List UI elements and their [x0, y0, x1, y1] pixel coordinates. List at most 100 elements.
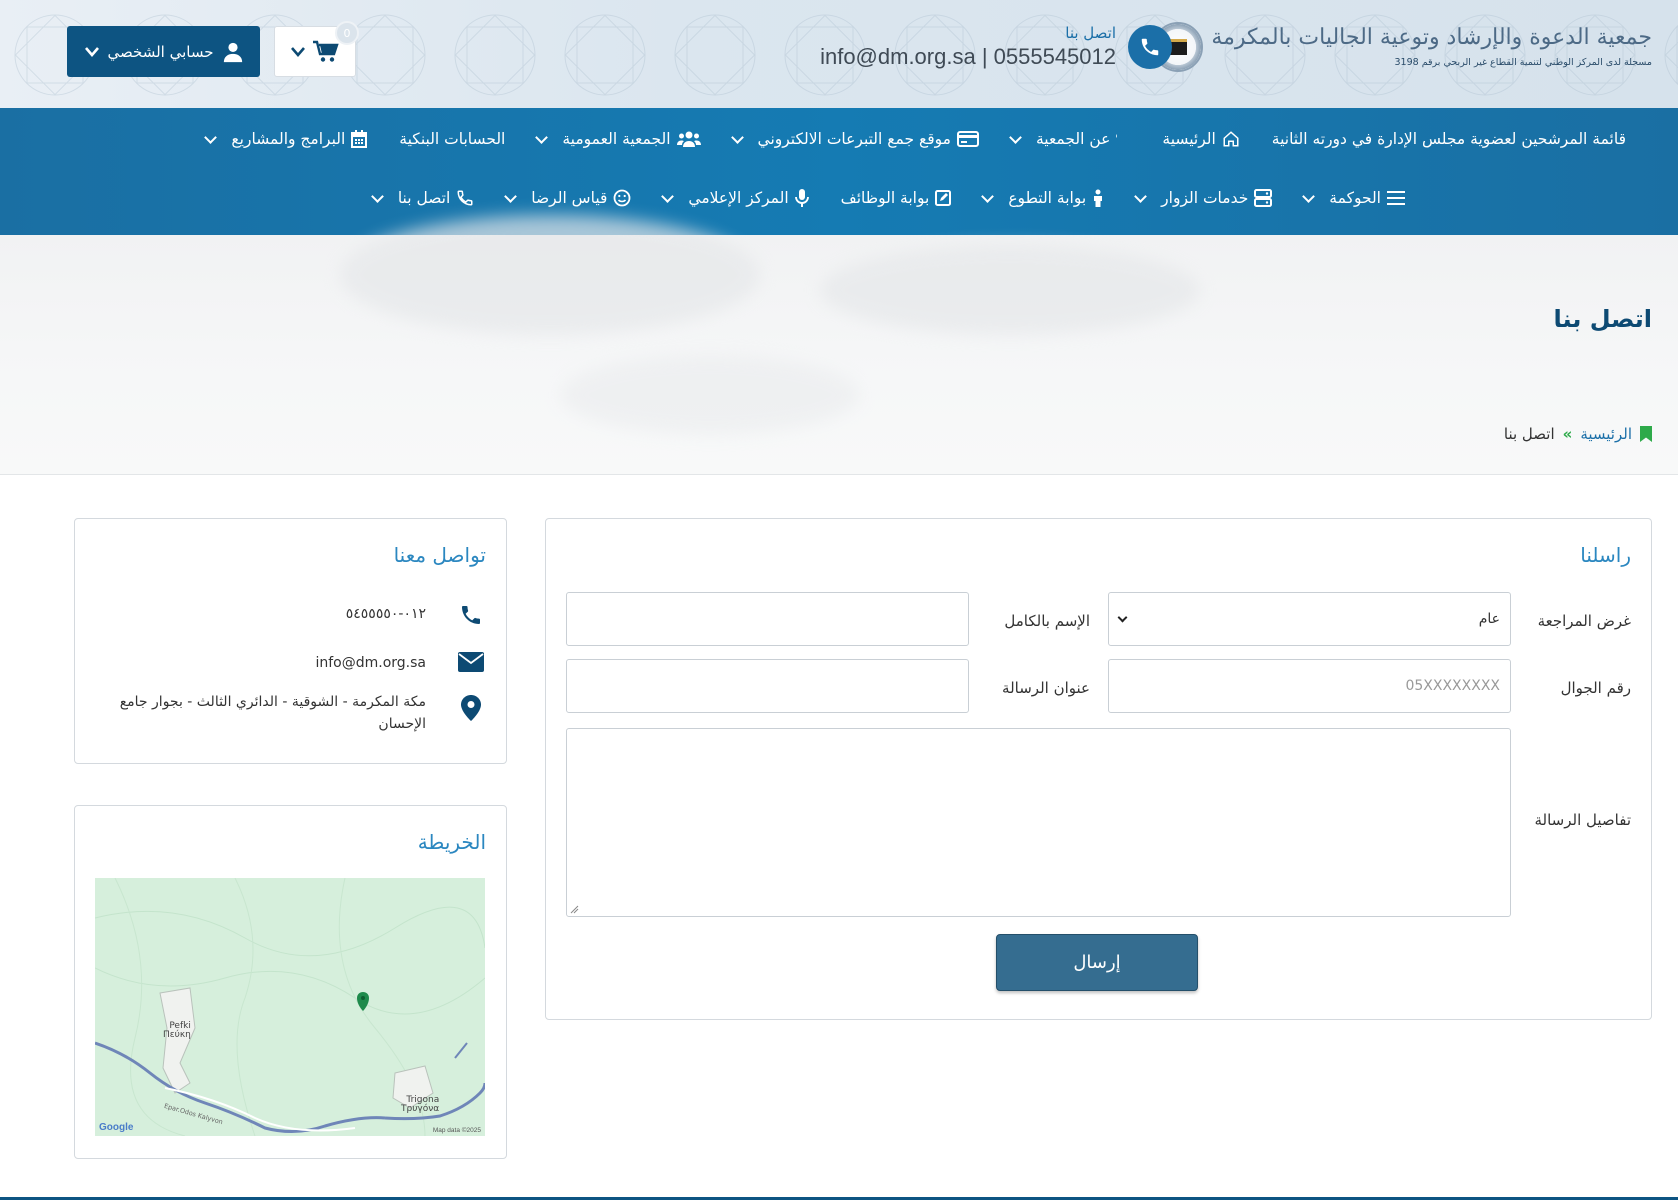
page-title: اتصل بنا	[1553, 305, 1652, 333]
nav-item-label: بوابة التطوع	[1008, 189, 1087, 207]
info-email-row: info@dm.org.sa	[315, 652, 486, 674]
logo-text: جمعية الدعوة والإرشاد وتوعية الجاليات با…	[1211, 26, 1652, 68]
banner-decoration	[340, 215, 760, 335]
calendar-icon	[351, 130, 368, 148]
form-title: راسلنا	[1580, 543, 1631, 567]
nav-item-general-assembly[interactable]: الجمعية العمومية	[535, 130, 701, 148]
microphone-icon	[794, 189, 809, 207]
main-navigation: قائمة المرشحين لعضوية مجلس الإدارة في دو…	[0, 108, 1678, 235]
map-label-trigona: Trigona Τρυγόνα	[401, 1095, 440, 1115]
cart-button[interactable]: 0	[274, 21, 359, 77]
nav-item-label: خدمات الزوار	[1161, 189, 1249, 207]
info-address: مكة المكرمة - الشوقية - الدائري الثالث -…	[119, 694, 426, 733]
edit-icon	[935, 190, 952, 206]
chevron-down-icon	[1117, 612, 1128, 622]
contact-label: اتصل بنا	[1065, 24, 1116, 42]
nav-item-donations[interactable]: موقع جمع التبرعات الالكتروني	[730, 130, 979, 148]
nav-item-label: الحوكمة	[1329, 189, 1381, 207]
chevron-down-icon	[535, 130, 549, 144]
users-icon	[676, 131, 701, 147]
chevron-down-icon	[1009, 130, 1022, 144]
purpose-select[interactable]: عام	[1108, 592, 1511, 646]
banner-decoration	[560, 355, 860, 435]
nav-item-volunteer-portal[interactable]: بوابة التطوع	[981, 189, 1104, 207]
resize-grip-icon[interactable]	[569, 904, 579, 914]
chevron-down-icon	[730, 130, 744, 144]
nav-item-about[interactable]: ? عن الجمعية	[1009, 130, 1130, 148]
page-banner: اتصل بنا الرئيسية » اتصل بنا	[0, 215, 1678, 475]
chevron-down-icon	[504, 189, 518, 203]
question-icon: ?	[1116, 130, 1118, 148]
info-title: تواصل معنا	[393, 543, 486, 567]
account-label: حسابي الشخصي	[107, 42, 214, 61]
phone-icon	[1128, 25, 1172, 69]
nav-item-label: عن الجمعية	[1035, 130, 1111, 148]
nav-item-media-center[interactable]: المركز الإعلامي	[661, 189, 809, 207]
smile-icon	[614, 189, 631, 207]
map-label-pefki: Pefki Πεύκη	[163, 1021, 191, 1041]
breadcrumb-home-link[interactable]: الرئيسية	[1580, 425, 1632, 443]
nav-item-label: قياس الرضا	[531, 189, 608, 207]
map-title: الخريطة	[417, 830, 486, 854]
chevron-down-icon	[84, 46, 99, 57]
fullname-input[interactable]	[566, 592, 969, 646]
account-button[interactable]: حسابي الشخصي	[67, 26, 260, 77]
mobile-input[interactable]: 05XXXXXXXX	[1108, 659, 1511, 713]
logo-subtitle: مسجلة لدى المركز الوطني لتنمية القطاع غي…	[1394, 56, 1652, 68]
nav-item-home[interactable]: الرئيسية	[1162, 130, 1239, 148]
info-email[interactable]: info@dm.org.sa	[315, 652, 426, 674]
phone-icon	[456, 603, 486, 627]
nav-item-label: المركز الإعلامي	[688, 189, 789, 207]
details-textarea[interactable]	[566, 728, 1511, 917]
info-phone-row: ٠١٢-٥٤٥٥٥٥٠	[346, 603, 486, 627]
chevron-down-icon	[981, 189, 995, 203]
subject-input[interactable]	[566, 659, 969, 713]
submit-button[interactable]: إرسال	[996, 934, 1198, 991]
banner-decoration	[820, 245, 1200, 335]
phone-icon	[457, 190, 473, 206]
nav-item-governance[interactable]: الحوكمة	[1302, 189, 1405, 207]
nav-item-programs[interactable]: البرامج والمشاريع	[204, 130, 368, 148]
purpose-selected-value: عام	[1478, 611, 1500, 627]
fullname-label: الإسم بالكامل	[1004, 612, 1090, 630]
nav-item-label: الحسابات البنكية	[399, 130, 506, 148]
nav-item-label: الرئيسية	[1162, 130, 1216, 148]
nav-row-1: قائمة المرشحين لعضوية مجلس الإدارة في دو…	[174, 130, 1626, 148]
nav-item-satisfaction[interactable]: قياس الرضا	[504, 189, 631, 207]
bookmark-icon	[1640, 426, 1652, 442]
menu-icon	[1387, 191, 1405, 205]
person-icon	[1094, 189, 1103, 207]
info-phone[interactable]: ٠١٢-٥٤٥٥٥٥٠	[346, 603, 426, 625]
nav-row-2: الحوكمة خدمات الزوار بوابة التطوع بوابة …	[341, 189, 1405, 207]
cart-icon	[313, 40, 339, 62]
nav-item-visitor-services[interactable]: خدمات الزوار	[1134, 189, 1273, 207]
mobile-placeholder: 05XXXXXXXX	[1405, 678, 1500, 694]
google-logo: Google	[99, 1122, 134, 1133]
credit-card-icon	[956, 131, 979, 147]
chevron-down-icon	[1302, 189, 1316, 203]
embedded-map[interactable]: Pefki Πεύκη Trigona Τρυγόνα Epar.Odos Ka…	[95, 878, 485, 1136]
top-header: جمعية الدعوة والإرشاد وتوعية الجاليات با…	[0, 0, 1678, 108]
home-icon	[1223, 131, 1239, 147]
map-card: الخريطة Pefki Πεύκη Trigona Τρυγόνα Epar…	[74, 805, 507, 1159]
nav-item-bank-accounts[interactable]: الحسابات البنكية	[399, 130, 505, 148]
contact-value: info@dm.org.sa | 0555545012	[820, 44, 1116, 69]
server-icon	[1254, 189, 1273, 207]
nav-item-candidates[interactable]: قائمة المرشحين لعضوية مجلس الإدارة في دو…	[1272, 130, 1626, 148]
nav-item-label: بوابة الوظائف	[840, 189, 930, 207]
nav-item-label: موقع جمع التبرعات الالكتروني	[757, 130, 951, 148]
breadcrumb-current: اتصل بنا	[1503, 425, 1555, 443]
site-logo[interactable]: جمعية الدعوة والإرشاد وتوعية الجاليات با…	[1153, 22, 1652, 72]
nav-item-jobs-portal[interactable]: بوابة الوظائف	[841, 189, 952, 207]
cart-count-badge: 0	[335, 21, 359, 45]
nav-item-contact[interactable]: اتصل بنا	[370, 189, 474, 207]
breadcrumb: الرئيسية » اتصل بنا	[1504, 425, 1652, 443]
nav-item-label: اتصل بنا	[397, 189, 451, 207]
nav-item-label: البرامج والمشاريع	[231, 130, 346, 148]
breadcrumb-separator: »	[1562, 425, 1573, 443]
map-data-attribution[interactable]: Map data ©2025	[433, 1127, 481, 1134]
location-pin-icon	[456, 691, 486, 721]
contact-text: اتصل بنا info@dm.org.sa | 0555545012	[820, 24, 1116, 70]
header-contact[interactable]: اتصل بنا info@dm.org.sa | 0555545012	[820, 24, 1172, 70]
nav-item-label: الجمعية العمومية	[562, 130, 671, 148]
